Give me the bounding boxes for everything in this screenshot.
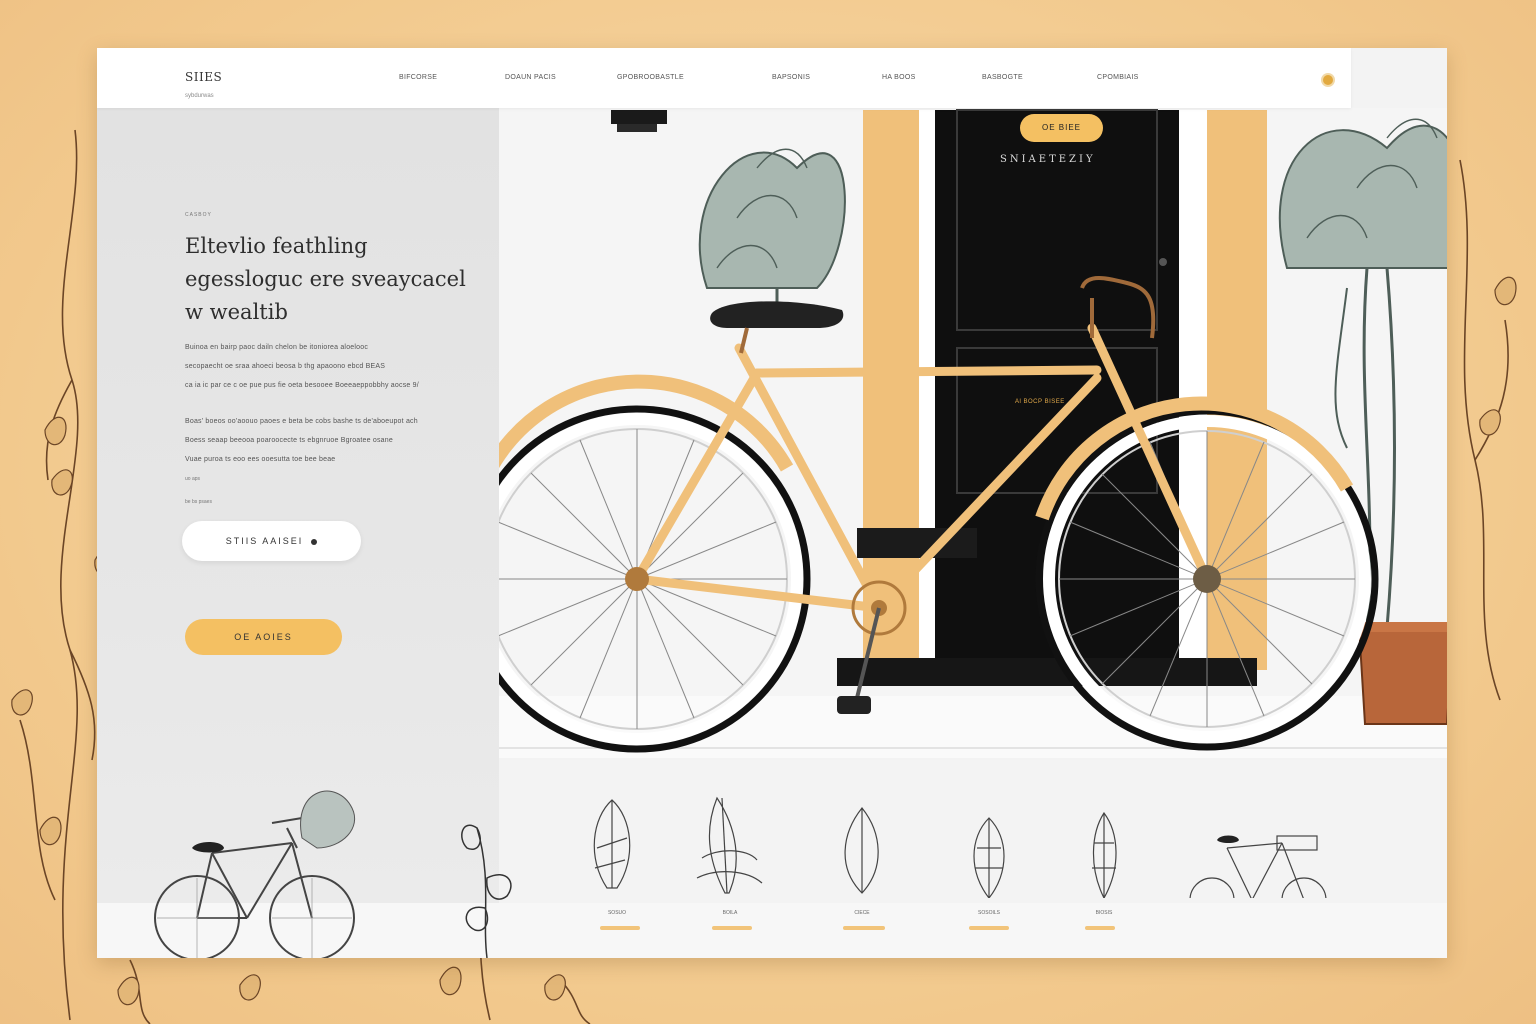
site-tagline: sybdurwas xyxy=(185,93,214,99)
category-label-4: SOSOILS xyxy=(978,910,1000,916)
category-label-3: CIECE xyxy=(854,910,870,916)
category-label-1: SOSUO xyxy=(607,910,627,916)
hero-paragraph-2-line: Vuae puroa ts eoo ees ooesutta toe bee b… xyxy=(185,456,336,463)
nav-link-5[interactable]: HA BOOS xyxy=(882,74,916,81)
hero-paragraph-1: Buinoa en bairp paoc dailn chelon be ito… xyxy=(185,338,475,395)
hero-headline-line-1: Eltevlio feathling xyxy=(185,234,368,258)
site-logo[interactable]: SIIES xyxy=(185,70,222,84)
hero-paragraph-2-line: Boess seaap beeooa poaroocecte ts ebgnru… xyxy=(185,437,393,444)
hero-paragraph-1-line: ca ia ic par ce c oe pue pus fie oeta be… xyxy=(185,382,419,389)
door-title: SNIAETEZIY xyxy=(1000,154,1096,165)
website-page: SIIES sybdurwas BIFCORSE DOAUN PACIS GPO… xyxy=(97,48,1447,958)
fern-icon xyxy=(696,796,763,894)
nav-link-7[interactable]: CPOMBIAIS xyxy=(1097,74,1139,81)
nav-link-4[interactable]: BAPSONIS xyxy=(772,74,810,81)
bicycle-small-icon xyxy=(1189,835,1327,898)
tall-leaf-icon xyxy=(1092,811,1117,898)
hero-small-note-2: be bs psaes xyxy=(185,499,212,505)
hero-paragraph-1-line: Buinoa en bairp paoc dailn chelon be ito… xyxy=(185,344,369,351)
category-select-bar-3[interactable] xyxy=(843,926,885,930)
single-leaf-icon xyxy=(844,807,879,894)
plant-sketch-icon xyxy=(461,824,512,958)
category-label-2: BOILA xyxy=(722,910,738,916)
category-label-5: BIOSIS xyxy=(1095,910,1113,916)
hero-eyebrow: CASBOY xyxy=(185,212,212,218)
top-navigation: SIIES sybdurwas BIFCORSE DOAUN PACIS GPO… xyxy=(97,48,1351,108)
primary-cta-label: STIIS AAISEI xyxy=(225,536,304,546)
nav-link-6[interactable]: BASBOGTE xyxy=(982,74,1023,81)
leaf-bundle-icon xyxy=(593,799,631,889)
hero-headline-line-3: w wealtib xyxy=(185,300,288,324)
primary-cta-button[interactable]: STIIS AAISEI xyxy=(182,521,361,561)
nav-link-1[interactable]: BIFCORSE xyxy=(399,74,437,81)
category-select-bar-1[interactable] xyxy=(600,926,640,930)
nav-link-2[interactable]: DOAUN PACIS xyxy=(505,74,556,81)
category-select-bar-5[interactable] xyxy=(1085,926,1115,930)
hero-headline-line-2: egessloguc ere sveaycacel xyxy=(185,267,466,291)
nav-status-dot-icon[interactable] xyxy=(1323,75,1333,85)
hero-headline: Eltevlio feathling egessloguc ere sveayc… xyxy=(185,230,505,329)
door-note: Al BOCP BISEE xyxy=(1015,399,1065,405)
dot-icon xyxy=(311,538,318,545)
bicycle-sketch-icon xyxy=(154,790,355,958)
hero-paragraph-1-line: secopaecht oe sraa ahoeci beosa b thg ap… xyxy=(185,363,386,370)
category-select-bar-4[interactable] xyxy=(969,926,1009,930)
hero-paragraph-2-line: Boas' boeos oo'aoouo paoes e beta be cob… xyxy=(185,418,418,425)
hero-small-note-1: uo aps xyxy=(185,476,201,482)
door-badge-button[interactable]: OE BIEE xyxy=(1020,114,1103,142)
nav-link-3[interactable]: GPOBROOBASTLE xyxy=(617,74,684,81)
secondary-cta-button[interactable]: OE AOIES xyxy=(185,619,342,655)
category-icons xyxy=(593,796,1327,898)
category-select-bar-2[interactable] xyxy=(712,926,752,930)
hero-paragraph-2: Boas' boeos oo'aoouo paoes e beta be cob… xyxy=(185,412,475,469)
veined-leaf-icon xyxy=(973,817,1005,898)
